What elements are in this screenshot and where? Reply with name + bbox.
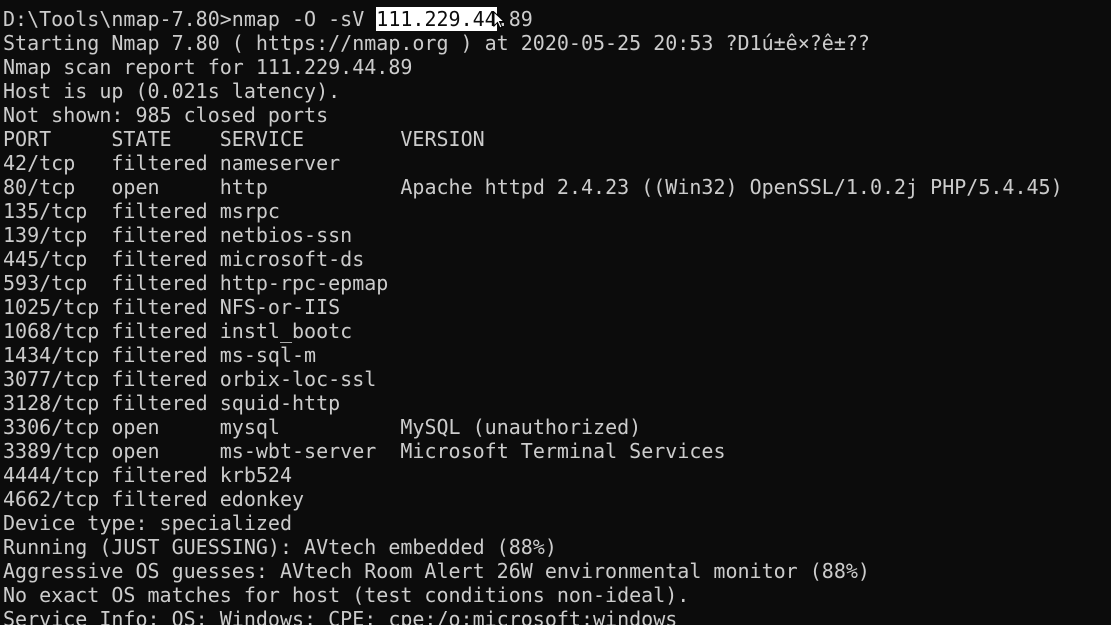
state-cell: filtered: [111, 199, 220, 223]
table-row: 4444/tcp filtered krb524: [3, 463, 1111, 487]
port-cell: 135/tcp: [3, 199, 112, 223]
service-cell: krb524: [219, 463, 292, 487]
port-table: 42/tcp filtered nameserver 80/tcp open ht…: [3, 151, 1111, 511]
table-row: 4662/tcp filtered edonkey: [3, 487, 1111, 511]
port-cell: 80/tcp: [3, 175, 112, 199]
state-cell: open: [111, 439, 220, 463]
output-starting: Starting Nmap 7.80 ( https://nmap.org ) …: [3, 31, 870, 55]
port-cell: 4662/tcp: [3, 487, 112, 511]
table-row: 3077/tcp filtered orbix-loc-ssl: [3, 367, 1111, 391]
table-row: 139/tcp filtered netbios-ssn: [3, 223, 1111, 247]
state-cell: open: [111, 175, 220, 199]
command-line[interactable]: D:\Tools\nmap-7.80>nmap -O -sV 111.229.4…: [3, 7, 1111, 31]
output-not-shown: Not shown: 985 closed ports: [3, 103, 329, 127]
table-row: 135/tcp filtered msrpc: [3, 199, 1111, 223]
table-row: 3128/tcp filtered squid-http: [3, 391, 1111, 415]
service-cell: http: [219, 175, 401, 199]
service-cell: ms-sql-m: [219, 343, 317, 367]
port-cell: 3128/tcp: [3, 391, 112, 415]
table-row: 593/tcp filtered http-rpc-epmap: [3, 271, 1111, 295]
state-cell: filtered: [111, 487, 220, 511]
state-cell: filtered: [111, 367, 220, 391]
output-report: Nmap scan report for 111.229.44.89: [3, 55, 413, 79]
version-cell: Microsoft Terminal Services: [400, 439, 726, 463]
table-row: 1068/tcp filtered instl_bootc: [3, 319, 1111, 343]
state-cell: open: [111, 415, 220, 439]
port-cell: 4444/tcp: [3, 463, 112, 487]
column-header-version: VERSION: [400, 127, 485, 151]
service-cell: microsoft-ds: [219, 247, 365, 271]
state-cell: filtered: [111, 343, 220, 367]
selected-text[interactable]: 111.229.44: [376, 7, 497, 31]
version-cell: MySQL (unauthorized): [400, 415, 642, 439]
service-cell: edonkey: [219, 487, 305, 511]
service-cell: NFS-or-IIS: [219, 295, 341, 319]
service-cell: instl_bootc: [219, 319, 353, 343]
port-cell: 445/tcp: [3, 247, 112, 271]
column-header-state: STATE: [111, 127, 220, 151]
port-cell: 3306/tcp: [3, 415, 112, 439]
port-cell: 3077/tcp: [3, 367, 112, 391]
service-cell: ms-wbt-server: [219, 439, 401, 463]
table-row: 445/tcp filtered microsoft-ds: [3, 247, 1111, 271]
terminal-window[interactable]: D:\Tools\nmap-7.80>nmap -O -sV 111.229.4…: [0, 0, 1111, 625]
version-cell: Apache httpd 2.4.23 ((Win32) OpenSSL/1.0…: [400, 175, 1063, 199]
port-cell: 1434/tcp: [3, 343, 112, 367]
port-cell: 3389/tcp: [3, 439, 112, 463]
table-row: 3389/tcp open ms-wbt-server Microsoft Te…: [3, 439, 1111, 463]
service-cell: nameserver: [219, 151, 341, 175]
state-cell: filtered: [111, 151, 220, 175]
port-cell: 42/tcp: [3, 151, 112, 175]
state-cell: filtered: [111, 319, 220, 343]
state-cell: filtered: [111, 271, 220, 295]
table-row: 1434/tcp filtered ms-sql-m: [3, 343, 1111, 367]
port-cell: 593/tcp: [3, 271, 112, 295]
service-cell: mysql: [219, 415, 401, 439]
port-cell: 139/tcp: [3, 223, 112, 247]
column-header-port: PORT: [3, 127, 112, 151]
output-device-type: Device type: specialized: [3, 511, 292, 535]
service-cell: http-rpc-epmap: [219, 271, 389, 295]
state-cell: filtered: [111, 223, 220, 247]
command-text: nmap -O -sV: [231, 7, 377, 31]
state-cell: filtered: [111, 391, 220, 415]
output-service-info: Service Info: OS: Windows; CPE: cpe:/o:m…: [3, 607, 678, 625]
service-cell: orbix-loc-ssl: [219, 367, 377, 391]
state-cell: filtered: [111, 463, 220, 487]
service-cell: msrpc: [219, 199, 280, 223]
port-cell: 1025/tcp: [3, 295, 112, 319]
service-cell: squid-http: [219, 391, 341, 415]
output-os-guesses: Aggressive OS guesses: AVtech Room Alert…: [3, 559, 870, 583]
output-host-up: Host is up (0.021s latency).: [3, 79, 341, 103]
service-cell: netbios-ssn: [219, 223, 353, 247]
port-cell: 1068/tcp: [3, 319, 112, 343]
table-row: 3306/tcp open mysql MySQL (unauthorized): [3, 415, 1111, 439]
table-row: 1025/tcp filtered NFS-or-IIS: [3, 295, 1111, 319]
table-header: PORT STATE SERVICE VERSION: [3, 127, 1111, 151]
output-no-exact: No exact OS matches for host (test condi…: [3, 583, 690, 607]
column-header-service: SERVICE: [219, 127, 401, 151]
table-row: 42/tcp filtered nameserver: [3, 151, 1111, 175]
state-cell: filtered: [111, 247, 220, 271]
table-row: 80/tcp open http Apache httpd 2.4.23 ((W…: [3, 175, 1111, 199]
prompt-path: D:\Tools\nmap-7.80>: [3, 7, 232, 31]
output-running: Running (JUST GUESSING): AVtech embedded…: [3, 535, 557, 559]
state-cell: filtered: [111, 295, 220, 319]
